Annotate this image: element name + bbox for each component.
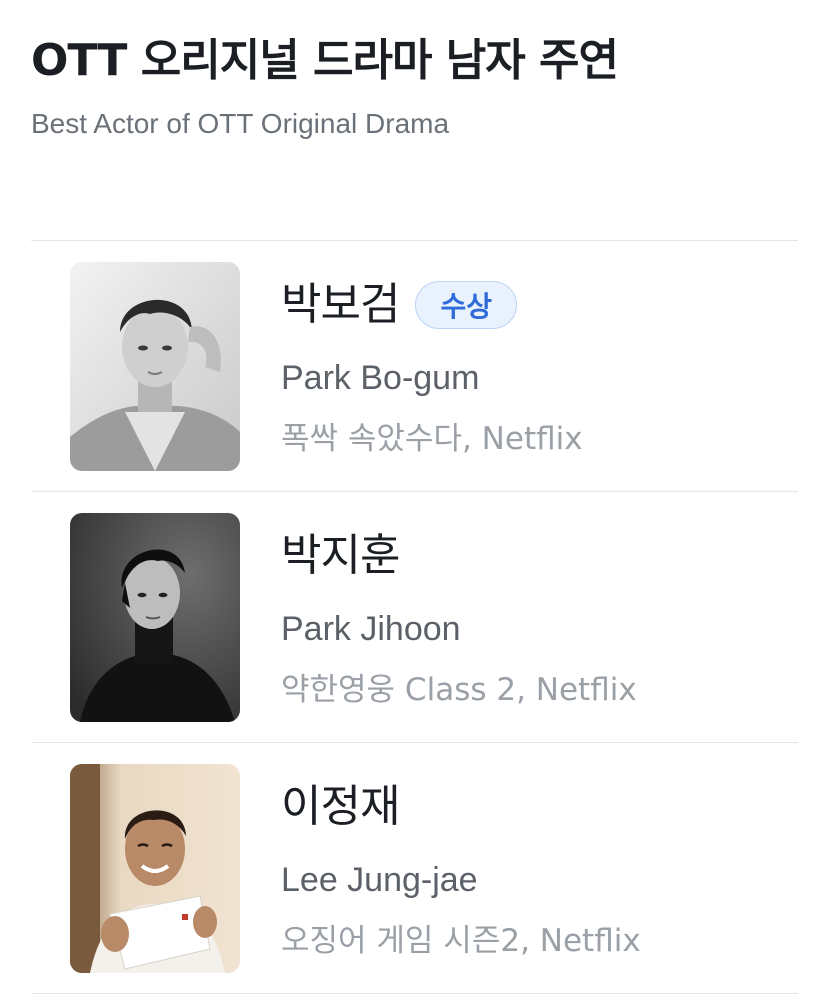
name-line: 이정재 [281, 779, 798, 835]
actor-name-english: Lee Jung-jae [281, 861, 478, 899]
winner-badge: 수상 [415, 281, 517, 329]
nominee-info: 이정재 Lee Jung-jae 오징어 게임 시즌2, Netflix [281, 779, 798, 961]
actor-photo-image [70, 513, 240, 722]
name-line: 박보검 수상 [281, 277, 798, 333]
nominee-list: 박보검 수상 Park Bo-gum 폭싹 속았수다, Netflix 박지훈 … [31, 240, 798, 994]
actor-name-korean: 이정재 [281, 781, 400, 832]
actor-photo [70, 764, 240, 973]
actor-name-korean: 박지훈 [281, 530, 400, 581]
nominee-row[interactable]: 박보검 수상 Park Bo-gum 폭싹 속았수다, Netflix [31, 240, 798, 491]
drama-title: 폭싹 속았수다, Netflix [281, 421, 583, 457]
actor-name-english: Park Bo-gum [281, 359, 480, 397]
actor-name-korean: 박보검 [281, 279, 400, 330]
actor-name-english: Park Jihoon [281, 610, 461, 648]
actor-photo-image [70, 764, 240, 973]
actor-photo [70, 513, 240, 722]
actor-photo-image [70, 262, 240, 471]
drama-title: 오징어 게임 시즌2, Netflix [281, 923, 641, 959]
page-header: OTT 오리지널 드라마 남자 주연 Best Actor of OTT Ori… [31, 28, 797, 142]
name-line: 박지훈 [281, 528, 798, 584]
nominee-info: 박지훈 Park Jihoon 약한영웅 Class 2, Netflix [281, 528, 798, 710]
nominee-info: 박보검 수상 Park Bo-gum 폭싹 속았수다, Netflix [281, 277, 798, 459]
nominee-row[interactable]: 이정재 Lee Jung-jae 오징어 게임 시즌2, Netflix [31, 742, 798, 994]
drama-title: 약한영웅 Class 2, Netflix [281, 672, 637, 708]
page-subtitle: Best Actor of OTT Original Drama [31, 108, 450, 139]
actor-photo [70, 262, 240, 471]
page-title: OTT 오리지널 드라마 남자 주연 [31, 35, 619, 86]
nominee-row[interactable]: 박지훈 Park Jihoon 약한영웅 Class 2, Netflix [31, 491, 798, 742]
